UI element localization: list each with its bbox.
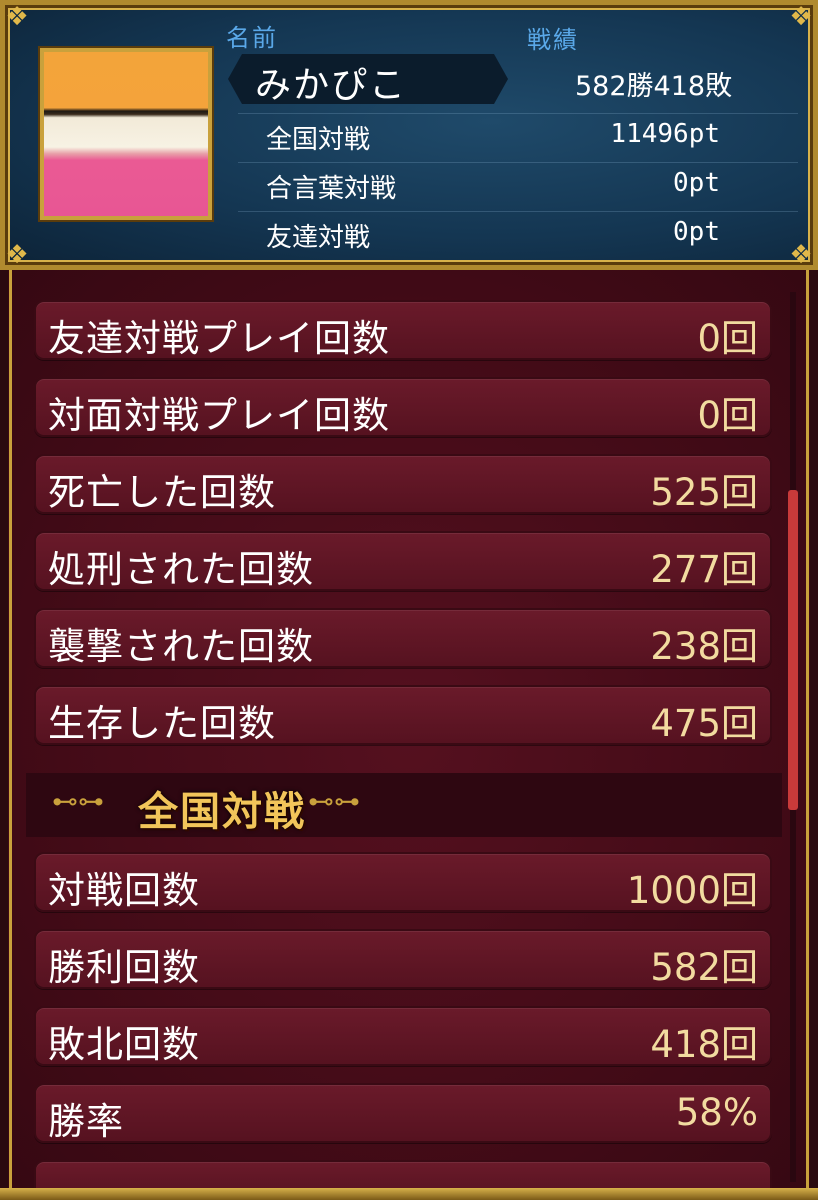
stat-label: 生存した回数 <box>48 702 276 745</box>
stat-row: 対面対戦プレイ回数 0回 <box>34 377 772 437</box>
points-row-friend: 友達対戦 0pt <box>238 211 798 256</box>
stat-row: 友達対戦プレイ回数 0回 <box>34 300 772 360</box>
stat-value: 1000回 <box>626 869 758 912</box>
stat-label: 勝率 <box>48 1100 124 1143</box>
points-value: 11496pt <box>610 119 720 149</box>
stat-row: 対戦回数 1000回 <box>34 852 772 912</box>
stats-panel[interactable]: 友達対戦プレイ回数 0回 対面対戦プレイ回数 0回 死亡した回数 525回 処刑… <box>0 270 818 1200</box>
stat-row: 勝利回数 582回 <box>34 929 772 989</box>
points-row-password: 合言葉対戦 0pt <box>238 162 798 207</box>
stat-value: 0回 <box>697 317 758 360</box>
stat-label: 敗北回数 <box>48 1023 200 1066</box>
stat-label: 対戦回数 <box>48 869 200 912</box>
corner-ornament-icon: ❖ <box>789 2 813 32</box>
stat-label: 処刑された回数 <box>48 548 314 591</box>
points-label: 全国対戦 <box>266 125 371 155</box>
profile-header: ❖ ❖ ❖ ❖ 名前 戦績 みかぴこ 582勝418敗 全国対戦 11496pt… <box>0 0 818 270</box>
avatar[interactable] <box>38 46 214 222</box>
section-header-national: ⊷⊶ 全国対戦 ⊷⊶ <box>26 773 782 837</box>
scrollbar-thumb[interactable] <box>788 490 798 810</box>
player-name: みかぴこ <box>255 65 408 106</box>
stat-row: 死亡した回数 525回 <box>34 454 772 514</box>
stat-label: 襲撃された回数 <box>48 625 314 668</box>
points-label: 友達対戦 <box>266 223 371 253</box>
stat-value: 277回 <box>650 548 758 591</box>
corner-ornament-icon: ❖ <box>5 2 29 32</box>
stat-value: 58% <box>675 1091 758 1134</box>
stat-value: 582回 <box>650 946 758 989</box>
stat-label: 友達対戦プレイ回数 <box>48 317 390 360</box>
name-label: 名前 <box>226 24 278 52</box>
stat-value: 475回 <box>650 702 758 745</box>
stat-value: 0回 <box>697 394 758 437</box>
win-loss-record: 582勝418敗 <box>575 71 733 102</box>
stat-label: 勝利回数 <box>48 946 200 989</box>
stat-row: 襲撃された回数 238回 <box>34 608 772 668</box>
record-label: 戦績 <box>527 26 579 54</box>
points-row-national: 全国対戦 11496pt <box>238 113 798 158</box>
stat-value: 525回 <box>650 471 758 514</box>
section-ornament-icon: ⊷⊶ <box>308 787 360 817</box>
section-ornament-icon: ⊷⊶ <box>52 787 104 817</box>
points-label: 合言葉対戦 <box>266 174 397 204</box>
points-value: 0pt <box>673 168 720 198</box>
points-value: 0pt <box>673 217 720 247</box>
corner-ornament-icon: ❖ <box>5 240 29 270</box>
stat-value: 418回 <box>650 1023 758 1066</box>
stat-row: 処刑された回数 277回 <box>34 531 772 591</box>
stat-row: 敗北回数 418回 <box>34 1006 772 1066</box>
stat-row: 勝率 58% <box>34 1083 772 1143</box>
stat-label: 死亡した回数 <box>48 471 276 514</box>
stat-row: 生存した回数 475回 <box>34 685 772 745</box>
bottom-frame <box>0 1188 818 1200</box>
section-title: 全国対戦 <box>138 789 306 835</box>
stat-value: 238回 <box>650 625 758 668</box>
stat-label: 対面対戦プレイ回数 <box>48 394 390 437</box>
